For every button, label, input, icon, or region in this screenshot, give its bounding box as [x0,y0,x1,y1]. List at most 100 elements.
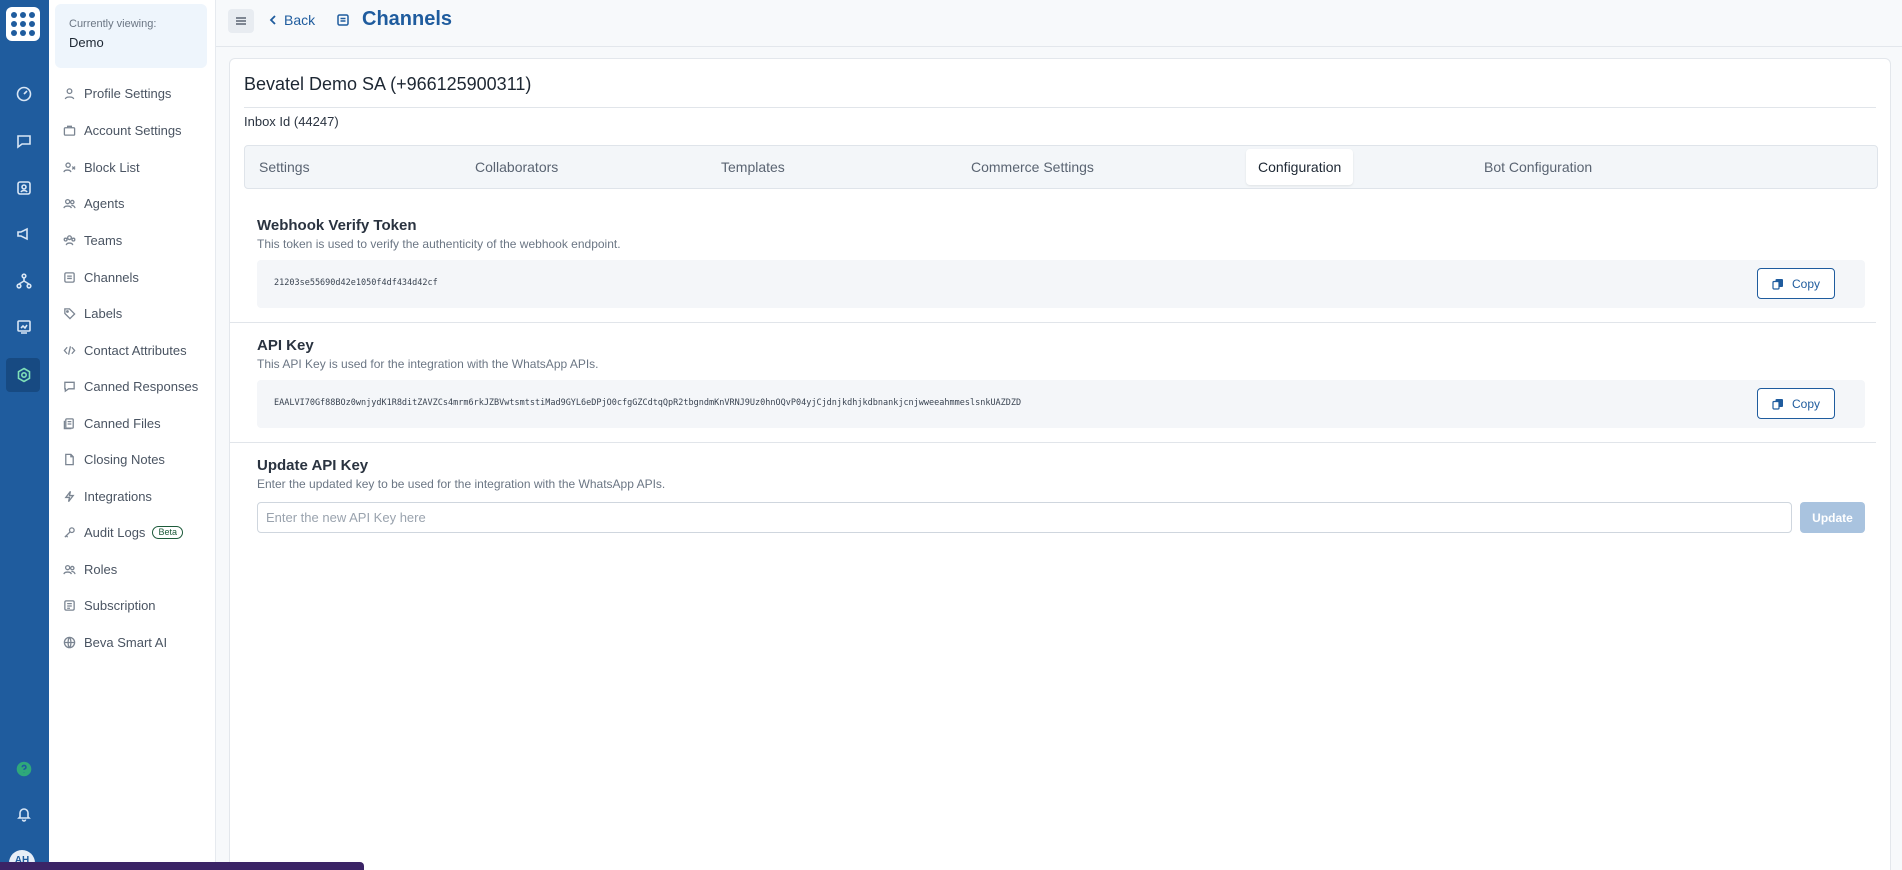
viewing-label: Currently viewing: [69,18,157,30]
sidebar-item-label: Channels [84,269,139,285]
files-icon [63,417,74,429]
agents-icon [63,198,76,208]
sidebar-item-label: Account Settings [84,122,182,138]
sidebar-item-label: Block List [84,159,140,175]
user-icon [64,87,75,99]
subscription-icon [64,599,75,611]
update-api-key-button[interactable]: Update [1800,502,1865,533]
help-icon[interactable] [13,758,35,780]
conversations-icon[interactable] [13,130,35,152]
copy-icon [1772,278,1783,290]
inbox-tabs: Settings Collaborators Templates Commerc… [244,145,1878,189]
sidebar-item-contact-attributes[interactable]: Contact Attributes [63,339,213,361]
sidebar-item-canned-files[interactable]: Canned Files [63,412,213,434]
api-key-value[interactable]: EAALVI70Gf88BOz0wnjydK1R8ditZAVZCs4mrm6r… [274,398,1021,408]
icon-rail: AH [0,0,49,870]
sidebar-item-label: Contact Attributes [84,342,187,358]
sidebar-item-agents[interactable]: Agents [63,192,213,214]
sidebar-item-label: Profile Settings [84,85,172,101]
section-divider [230,442,1876,443]
bolt-icon [64,490,75,502]
key-icon [64,526,75,538]
sidebar-item-canned-responses[interactable]: Canned Responses [63,375,213,397]
ai-icon [63,636,76,648]
sidebar-item-label: Canned Responses [84,378,199,394]
sidebar-item-label: Closing Notes [84,451,165,467]
copy-icon [1772,398,1783,410]
bell-icon[interactable] [13,803,35,825]
sidebar-item-profile-settings[interactable]: Profile Settings [63,82,213,104]
chat-icon [64,381,75,392]
back-button[interactable]: Back [268,12,315,28]
sidebar-item-label: Integrations [84,488,152,504]
tab-bot-configuration[interactable]: Bot Configuration [1472,149,1604,185]
webhook-token-title: Webhook Verify Token [257,217,417,234]
viewing-account-name: Demo [69,35,104,50]
tag-icon [64,307,76,320]
teams-icon [63,234,76,245]
inbox-settings-card: Bevatel Demo SA (+966125900311) Inbox Id… [229,58,1891,870]
contacts-icon[interactable] [13,177,35,199]
tab-collaborators[interactable]: Collaborators [463,149,570,185]
sidebar-item-labels[interactable]: Labels [63,302,213,324]
sidebar-item-roles[interactable]: Roles [63,558,213,580]
tab-settings[interactable]: Settings [247,149,322,185]
sidebar-item-audit-logs[interactable]: Audit Logs Beta [63,521,213,543]
sidebar-item-closing-notes[interactable]: Closing Notes [63,448,213,470]
sidebar-item-teams[interactable]: Teams [63,229,213,251]
status-toast-bar [0,862,364,870]
tab-commerce-settings[interactable]: Commerce Settings [959,149,1106,185]
sidebar-item-label: Teams [84,232,123,248]
roles-icon [63,564,76,574]
update-api-key-description: Enter the updated key to be used for the… [257,477,666,491]
app-logo[interactable] [6,7,40,41]
page-title: Channels [336,8,452,31]
sidebar-item-label: Agents [84,195,125,211]
settings-sidebar: Currently viewing: Demo Profile Settings… [49,0,216,870]
block-user-icon [63,161,76,172]
sidebar-item-beva-smart-ai[interactable]: Beva Smart AI [63,631,213,653]
sidebar-item-label: Labels [84,305,123,321]
new-api-key-input[interactable] [257,502,1792,533]
settings-icon[interactable] [13,364,35,386]
toggle-sidebar-button[interactable] [228,9,254,33]
beta-badge: Beta [152,525,183,539]
api-key-description: This API Key is used for the integration… [257,357,599,371]
copy-label: Copy [1791,276,1820,291]
tab-templates[interactable]: Templates [709,149,797,185]
webhook-token-value[interactable]: 21203se55690d42e1050f4df434d42cf [274,278,438,288]
tab-configuration[interactable]: Configuration [1246,149,1354,185]
sidebar-item-account-settings[interactable]: Account Settings [63,119,213,141]
copy-webhook-token-button[interactable]: Copy [1757,268,1835,299]
briefcase-icon [63,125,76,136]
channel-icon [337,13,349,26]
webhook-token-description: This token is used to verify the authent… [257,237,621,251]
webhook-token-box: 21203se55690d42e1050f4df434d42cf Copy [257,260,1865,308]
chevron-left-icon [269,15,276,25]
sidebar-item-label: Canned Files [84,415,161,431]
copy-label: Copy [1791,396,1820,411]
sidebar-item-integrations[interactable]: Integrations [63,485,213,507]
note-icon [65,453,74,465]
copy-api-key-button[interactable]: Copy [1757,388,1835,419]
sidebar-item-channels[interactable]: Channels [63,266,213,288]
inbox-id: Inbox Id (44247) [244,114,339,129]
sidebar-item-block-list[interactable]: Block List [63,156,213,178]
dashboard-icon[interactable] [13,83,35,105]
campaigns-icon[interactable] [13,223,35,245]
sidebar-item-label: Audit Logs [84,524,146,540]
account-switcher[interactable]: Currently viewing: Demo [55,4,207,68]
page-header: Back Channels [216,0,1902,47]
hamburger-icon [236,17,246,25]
api-key-box: EAALVI70Gf88BOz0wnjydK1R8ditZAVZCs4mrm6r… [257,380,1865,428]
section-divider [230,322,1876,323]
code-icon [63,345,76,355]
sidebar-item-label: Roles [84,561,118,577]
flows-icon[interactable] [13,270,35,292]
reports-icon[interactable] [13,316,35,338]
update-api-key-title: Update API Key [257,457,369,474]
title-divider [244,107,1876,108]
page-title-text: Channels [362,8,453,30]
api-key-title: API Key [257,337,314,354]
sidebar-item-subscription[interactable]: Subscription [63,594,213,616]
